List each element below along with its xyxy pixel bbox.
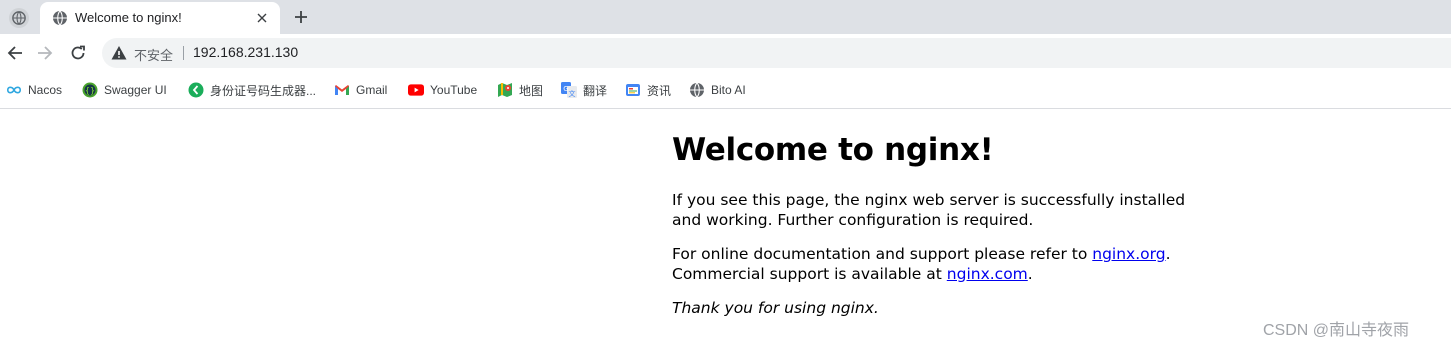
bookmark-label: 翻译 [583,83,608,98]
bookmark-gmail[interactable]: Gmail [334,81,387,99]
globe-icon [52,10,68,26]
youtube-icon [408,82,424,98]
bookmark-label: 身份证号码生成器... [210,83,317,98]
bookmark-label: Nacos [28,83,63,97]
svg-text:{}: {} [85,86,95,95]
bookmark-translate[interactable]: G文 翻译 [561,81,607,99]
bookmark-bito-ai[interactable]: Bito AI [689,81,746,99]
active-tab[interactable]: Welcome to nginx! [40,2,280,34]
forward-button[interactable] [33,41,57,65]
news-icon [625,82,641,98]
nginx-com-link[interactable]: nginx.com [947,265,1028,283]
csdn-watermark: CSDN @南山寺夜雨 [1263,322,1410,339]
thanks-paragraph: Thank you for using nginx. [672,299,879,317]
forward-arrow-icon [38,46,53,60]
warning-icon[interactable] [111,45,127,61]
back-arrow-icon [7,46,22,60]
back-button[interactable] [3,41,27,65]
bookmark-swagger-ui[interactable]: {} Swagger UI [82,81,167,99]
bookmark-label: Bito AI [711,83,746,97]
bookmark-id-generator[interactable]: 身份证号码生成器... [188,81,316,99]
tab-strip: Welcome to nginx! [0,0,1451,34]
docs-paragraph: For online documentation and support ple… [672,245,1171,284]
commercial-text: Commercial support is available at [672,264,947,283]
nacos-infinity-icon [6,82,22,98]
translate-icon: G文 [561,82,577,98]
url-text[interactable]: 192.168.231.130 [193,44,298,60]
globe-icon[interactable] [9,8,29,28]
globe-icon [689,82,705,98]
id-generator-icon [188,82,204,98]
bookmark-label: Gmail [356,83,388,97]
bookmark-label: 资讯 [647,83,672,98]
bookmark-label: YouTube [430,83,478,97]
bookmark-maps[interactable]: 地图 [497,81,543,99]
bookmark-label: Swagger UI [104,83,167,97]
tab-title: Welcome to nginx! [75,10,182,25]
reload-button[interactable] [66,41,90,65]
bookmark-nacos[interactable]: Nacos [6,81,62,99]
divider [183,46,184,60]
svg-text:文: 文 [569,89,576,98]
intro-paragraph: If you see this page, the nginx web serv… [672,191,1186,229]
page-heading: Welcome to nginx! [672,132,994,168]
commercial-punct: . [1027,264,1033,283]
docs-text: For online documentation and support ple… [672,245,1093,263]
security-label[interactable]: 不安全 [134,45,173,64]
bookmarks-bar: Nacos {} Swagger UI 身份证号码生成器... Gmail Yo… [0,72,1451,109]
docs-punct: . [1165,245,1171,263]
maps-icon [497,82,513,98]
bookmark-news[interactable]: 资讯 [625,81,671,99]
new-tab-button[interactable] [290,6,312,28]
address-bar[interactable]: 不安全 192.168.231.130 [102,38,1451,68]
close-tab-icon[interactable] [252,8,272,28]
bookmark-label: 地图 [519,83,544,98]
swagger-icon: {} [82,82,98,98]
nginx-org-link[interactable]: nginx.org [1092,245,1165,263]
browser-toolbar: 不安全 192.168.231.130 [0,34,1451,72]
bookmark-youtube[interactable]: YouTube [408,81,477,99]
page-content: Welcome to nginx! If you see this page, … [672,130,1192,317]
gmail-icon [334,82,350,98]
reload-icon [71,45,85,60]
